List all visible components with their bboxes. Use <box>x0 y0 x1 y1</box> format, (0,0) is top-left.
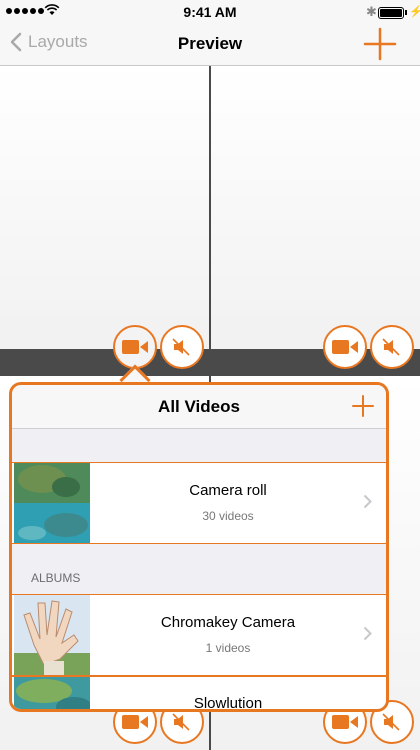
speaker-muted-icon <box>382 338 400 356</box>
preview-cell-1[interactable] <box>0 66 209 349</box>
section-spacer <box>12 429 386 462</box>
battery-tip <box>405 10 407 15</box>
status-time: 9:41 AM <box>183 4 237 20</box>
speaker-muted-icon <box>172 338 190 356</box>
video-camera-icon <box>332 715 358 729</box>
mute-button[interactable] <box>370 325 414 369</box>
video-camera-icon <box>122 715 148 729</box>
list-item-subtitle: 1 videos <box>205 641 251 655</box>
add-icon[interactable] <box>350 393 376 419</box>
list-item-camera-roll[interactable]: Camera roll 30 videos <box>12 462 386 544</box>
mute-button[interactable] <box>160 325 204 369</box>
video-picker-popover: All Videos Camera roll 30 videos ALBUMS <box>9 382 389 712</box>
charging-bolt-icon: ⚡ <box>409 6 420 18</box>
video-select-button[interactable] <box>113 325 157 369</box>
album-thumbnail <box>14 595 90 675</box>
status-bar: 9:41 AM ✱ ⚡ <box>0 0 420 24</box>
list-item-subtitle: 30 videos <box>202 509 254 523</box>
speaker-muted-icon <box>382 713 400 731</box>
list-item-album[interactable]: Slowlution <box>12 676 386 712</box>
list-item-title: Slowlution <box>193 695 263 712</box>
battery-icon <box>378 7 404 19</box>
video-camera-icon <box>332 340 358 354</box>
video-camera-icon <box>122 340 148 354</box>
chevron-right-icon <box>363 494 372 509</box>
list-item-title: Chromakey Camera <box>160 614 296 631</box>
popover-title: All Videos <box>158 397 240 416</box>
video-select-button[interactable] <box>323 325 367 369</box>
album-thumbnail <box>14 677 90 709</box>
camera-roll-thumbnail <box>14 463 90 543</box>
popover-header: All Videos <box>12 385 386 429</box>
chevron-right-icon <box>363 626 372 641</box>
list-item-album[interactable]: Chromakey Camera 1 videos <box>12 594 386 676</box>
section-header-label: ALBUMS <box>31 571 81 585</box>
preview-cell-2[interactable] <box>211 66 420 349</box>
albums-section-header: ALBUMS <box>12 544 386 594</box>
list-item-title: Camera roll <box>189 482 267 499</box>
page-title: Preview <box>177 34 243 53</box>
speaker-muted-icon <box>172 713 190 731</box>
navigation-bar: Layouts Preview <box>0 24 420 66</box>
bluetooth-icon: ✱ <box>366 4 377 19</box>
add-icon[interactable] <box>362 26 398 62</box>
